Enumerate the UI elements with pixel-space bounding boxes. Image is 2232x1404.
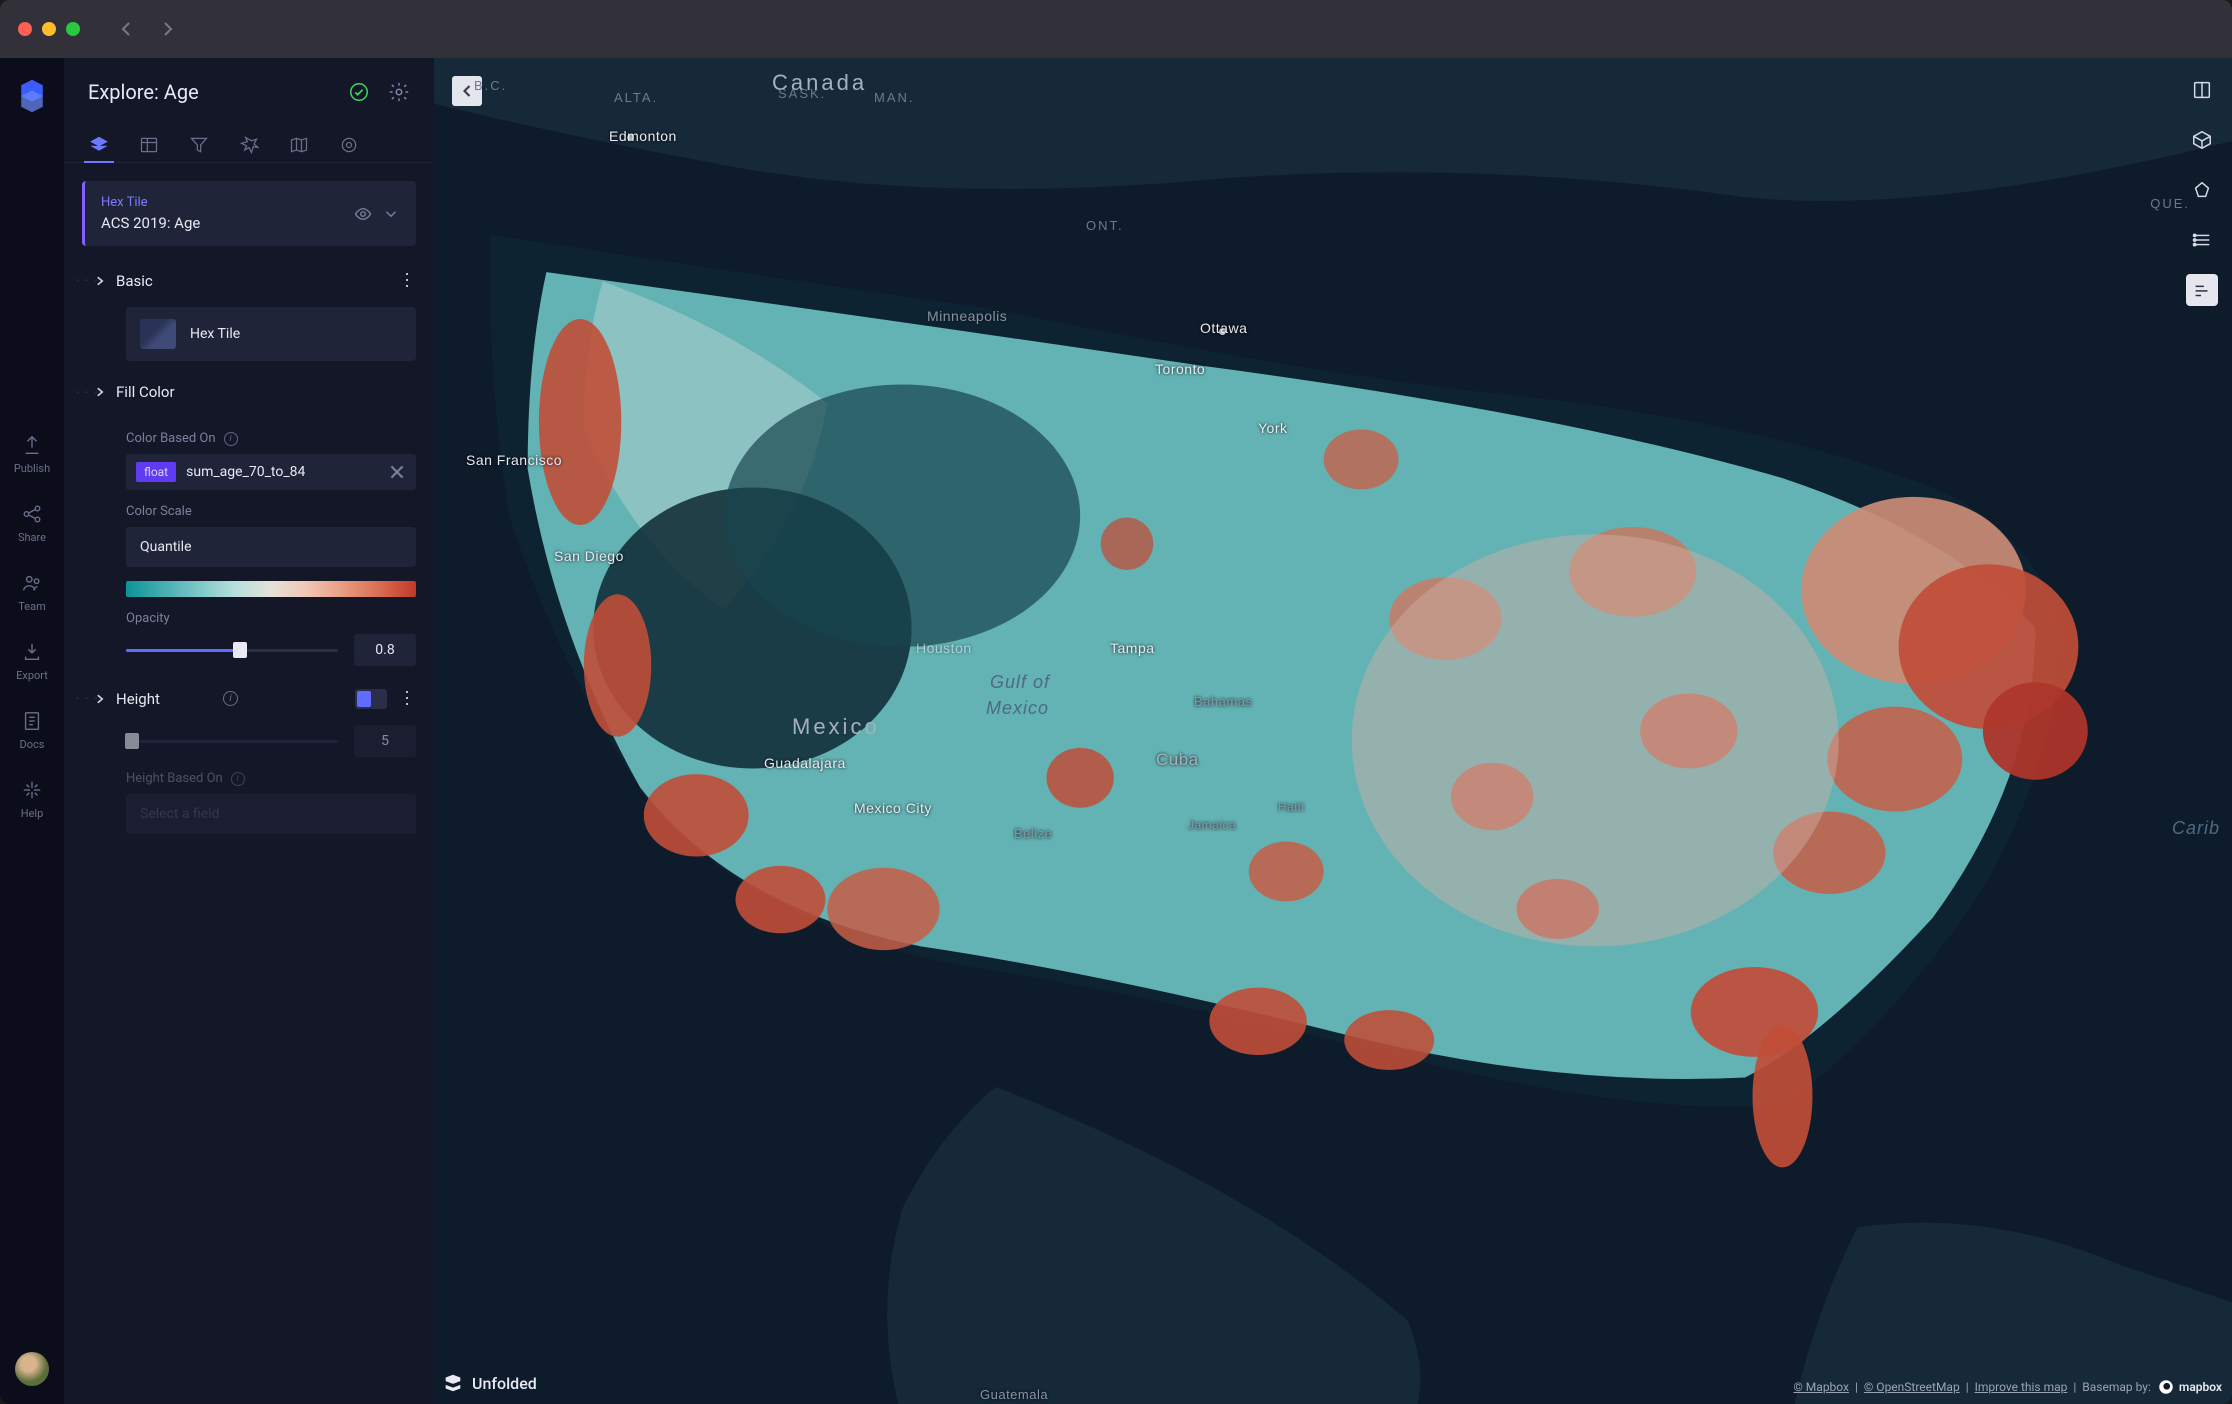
color-scale-label: Color Scale xyxy=(126,504,192,519)
tab-filters[interactable] xyxy=(188,128,210,162)
attrib-improve[interactable]: Improve this map xyxy=(1975,1380,2068,1394)
label-ont: ONT. xyxy=(1086,218,1124,233)
tab-columns[interactable] xyxy=(138,128,160,162)
attrib-basemap-by: Basemap by: xyxy=(2082,1380,2151,1394)
label-carib: Carib xyxy=(2172,818,2220,839)
city-sanfrancisco: San Francisco xyxy=(466,452,562,468)
legend-icon[interactable] xyxy=(2186,224,2218,256)
more-icon[interactable]: ⋯ xyxy=(396,689,417,708)
left-rail: Publish Share Team Export Docs Help xyxy=(0,58,64,1404)
label-que: QUE. xyxy=(2150,196,2190,211)
more-icon[interactable]: ⋯ xyxy=(396,271,417,290)
label-mexico: Mexico xyxy=(792,714,880,740)
city-mexicocity: Mexico City xyxy=(854,800,932,816)
height-field-input[interactable]: Select a field xyxy=(126,794,416,834)
city-newyork: York xyxy=(1258,420,1288,436)
attrib-osm[interactable]: © OpenStreetMap xyxy=(1864,1380,1960,1394)
color-field-input[interactable]: float sum_age_70_to_84 xyxy=(126,454,416,490)
field-name-value: sum_age_70_to_84 xyxy=(186,464,378,480)
height-value[interactable]: 5 xyxy=(354,725,416,757)
opacity-label: Opacity xyxy=(126,611,170,626)
map-canvas[interactable]: Canada B.C. ALTA. SASK. MAN. ONT. QUE. M… xyxy=(434,58,2232,1404)
visibility-icon[interactable] xyxy=(354,205,372,223)
rail-team[interactable]: Team xyxy=(18,572,46,613)
info-icon[interactable]: i xyxy=(231,772,245,786)
window-close[interactable] xyxy=(18,22,32,36)
map-attribution: © Mapbox | © OpenStreetMap | Improve thi… xyxy=(1793,1378,2222,1396)
city-cuba: Cuba xyxy=(1156,750,1199,770)
clear-icon[interactable] xyxy=(388,463,406,481)
color-scale-select[interactable]: Quantile xyxy=(126,527,416,567)
section-fillcolor-header[interactable]: - - - Fill Color xyxy=(94,377,416,407)
height-slider[interactable] xyxy=(126,740,338,743)
field-type-tag: float xyxy=(136,462,176,482)
info-icon[interactable]: i xyxy=(224,432,238,446)
opacity-slider[interactable] xyxy=(126,649,338,652)
city-guatemala: Guatemala xyxy=(980,1387,1048,1402)
attrib-mapbox[interactable]: © Mapbox xyxy=(1793,1380,1849,1394)
label-man: MAN. xyxy=(874,90,915,105)
rail-share[interactable]: Share xyxy=(18,503,46,544)
layer-type-label: Hex Tile xyxy=(101,195,344,210)
city-guadalajara: Guadalajara xyxy=(764,755,846,771)
nav-back-icon[interactable] xyxy=(118,21,134,37)
city-toronto: Toronto xyxy=(1155,361,1205,377)
tab-interactions[interactable] xyxy=(238,128,260,162)
status-ok-icon xyxy=(348,81,370,103)
titlebar xyxy=(0,0,2232,58)
layer-name-label: ACS 2019: Age xyxy=(101,214,344,232)
color-ramp[interactable] xyxy=(126,581,416,597)
rail-docs[interactable]: Docs xyxy=(20,710,45,751)
view3d-icon[interactable] xyxy=(2186,124,2218,156)
rail-export[interactable]: Export xyxy=(16,641,48,682)
layer-type-select[interactable]: Hex Tile xyxy=(126,307,416,361)
height-toggle[interactable] xyxy=(355,689,387,709)
page-title: Explore: Age xyxy=(88,80,330,104)
mapbox-logo[interactable]: mapbox xyxy=(2157,1378,2222,1396)
city-jamaica: Jamaica xyxy=(1188,818,1236,832)
window-maximize[interactable] xyxy=(66,22,80,36)
opacity-value[interactable]: 0.8 xyxy=(354,634,416,666)
info-icon[interactable]: i xyxy=(223,691,238,706)
app-logo-icon xyxy=(14,78,50,114)
split-view-icon[interactable] xyxy=(2186,74,2218,106)
tab-analysis[interactable] xyxy=(338,128,360,162)
side-panel: Explore: Age Hex Tile ACS 2019: Age xyxy=(64,58,434,1404)
section-height-header[interactable]: - - - Height i ⋯ xyxy=(94,682,416,715)
settings-icon[interactable] xyxy=(388,81,410,103)
color-based-on-label: Color Based On xyxy=(126,431,216,446)
layer-card[interactable]: Hex Tile ACS 2019: Age xyxy=(82,181,416,246)
city-haiti: Haiti xyxy=(1278,800,1305,814)
chevron-down-icon[interactable] xyxy=(382,205,400,223)
city-edmonton: Edmonton xyxy=(609,128,677,144)
city-belize: Belize xyxy=(1014,826,1052,841)
section-basic-header[interactable]: - - - Basic ⋯ xyxy=(94,264,416,297)
city-houston: Houston xyxy=(916,640,972,656)
height-based-on-label: Height Based On xyxy=(126,771,223,786)
tab-layers[interactable] xyxy=(88,128,110,162)
city-tampa: Tampa xyxy=(1110,640,1155,656)
city-minneapolis: Minneapolis xyxy=(927,308,1007,324)
rail-help[interactable]: Help xyxy=(21,779,44,820)
label-gulf1: Gulf of xyxy=(990,672,1050,693)
tab-basemap[interactable] xyxy=(288,128,310,162)
chart-icon[interactable] xyxy=(2186,274,2218,306)
draw-icon[interactable] xyxy=(2186,174,2218,206)
label-bc: B.C. xyxy=(474,78,507,93)
label-gulf2: Mexico xyxy=(986,698,1049,719)
label-sask: SASK. xyxy=(778,86,826,101)
city-bahamas: Bahamas xyxy=(1194,694,1252,709)
user-avatar[interactable] xyxy=(15,1352,49,1386)
window-minimize[interactable] xyxy=(42,22,56,36)
city-sandiego: San Diego xyxy=(554,548,624,564)
map-svg xyxy=(434,58,2232,1404)
unfolded-brand: Unfolded xyxy=(442,1372,537,1394)
hextile-thumb-icon xyxy=(140,319,176,349)
rail-publish[interactable]: Publish xyxy=(14,434,50,475)
city-ottawa: Ottawa xyxy=(1200,320,1247,336)
map-tools xyxy=(2186,74,2218,306)
label-alta: ALTA. xyxy=(614,90,658,105)
nav-forward-icon[interactable] xyxy=(160,21,176,37)
panel-tabs xyxy=(64,114,434,163)
